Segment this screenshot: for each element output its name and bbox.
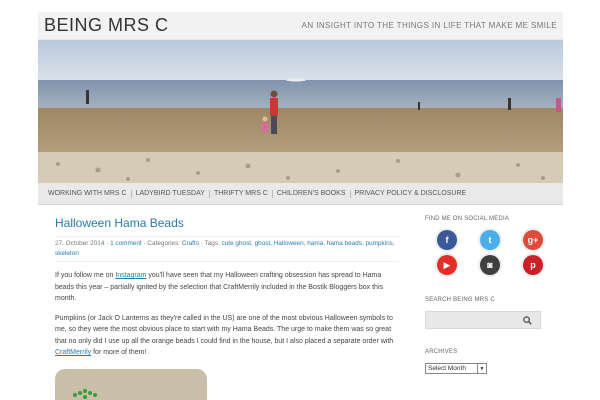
beach-photo xyxy=(38,40,563,183)
bead xyxy=(83,394,87,399)
category-link[interactable]: Crafts xyxy=(182,240,199,247)
chevron-down-icon: ▼ xyxy=(477,364,486,373)
paragraph-text: If you follow me on xyxy=(55,272,116,279)
tag-link[interactable]: Halloween xyxy=(274,240,304,247)
archives-select[interactable]: Select Month ▼ xyxy=(425,363,487,374)
twitter-icon[interactable]: t xyxy=(480,230,500,250)
instagram-icon[interactable]: ◙ xyxy=(480,255,500,275)
post-paragraph-1: If you follow me on Instagram you'll hav… xyxy=(55,270,399,305)
post-paragraph-2: Pumpkins (or Jack O Lanterns as they're … xyxy=(55,313,399,359)
post-title[interactable]: Halloween Hama Beads xyxy=(55,216,399,230)
main-area: Halloween Hama Beads 27. October 2014 · … xyxy=(38,206,563,400)
main-navigation: WORKING WITH MRS C LADYBIRD TUESDAY THRI… xyxy=(38,183,563,205)
search-form xyxy=(425,311,541,329)
tags-label: Tags: xyxy=(204,240,220,247)
tag-link[interactable]: skeleton xyxy=(55,250,79,257)
facebook-icon[interactable]: f xyxy=(437,230,457,250)
bead xyxy=(93,392,97,397)
archives-heading: ARCHIVES xyxy=(425,349,458,355)
google-plus-icon[interactable]: g+ xyxy=(523,230,543,250)
bead xyxy=(73,392,77,397)
social-icons: f t g+ ▶ ◙ p xyxy=(425,230,545,275)
sidebar: FIND ME ON SOCIAL MEDIA f t g+ ▶ ◙ p SEA… xyxy=(425,216,545,374)
youtube-icon[interactable]: ▶ xyxy=(437,255,457,275)
tag-link[interactable]: ghost xyxy=(255,240,271,247)
site-tagline: AN INSIGHT INTO THE THINGS IN LIFE THAT … xyxy=(301,21,557,30)
search-icon[interactable] xyxy=(523,315,532,325)
post-meta: 27. October 2014 · 1 comment · Categorie… xyxy=(55,236,399,262)
tag-link[interactable]: cute ghost xyxy=(222,240,252,247)
search-heading: SEARCH BEING MRS C xyxy=(425,297,495,303)
bead xyxy=(88,390,92,395)
site-title[interactable]: BEING MRS C xyxy=(38,15,169,36)
nav-item-childrens-books[interactable]: CHILDREN'S BOOKS xyxy=(273,190,350,197)
craftmerrily-link[interactable]: CraftMerrily xyxy=(55,349,91,356)
social-heading: FIND ME ON SOCIAL MEDIA xyxy=(425,216,510,222)
header-banner-image xyxy=(38,40,563,183)
categories-label: Categories: xyxy=(147,240,181,247)
post-date: 27. October 2014 xyxy=(55,240,105,247)
nav-item-working-with-mrs-c[interactable]: WORKING WITH MRS C xyxy=(44,190,131,197)
site-header: BEING MRS C AN INSIGHT INTO THE THINGS I… xyxy=(38,12,563,40)
archives-selected-value: Select Month xyxy=(428,365,466,372)
nav-item-thrifty-mrs-c[interactable]: THRIFTY MRS C xyxy=(210,190,272,197)
tag-link[interactable]: pumpkins xyxy=(366,240,393,247)
nav-item-ladybird-tuesday[interactable]: LADYBIRD TUESDAY xyxy=(132,190,209,197)
tag-link[interactable]: hama xyxy=(307,240,323,247)
paragraph-text: for more of them! xyxy=(91,349,147,356)
hama-beads-photo xyxy=(55,368,207,400)
paragraph-text: Pumpkins (or Jack O Lanterns as they're … xyxy=(55,314,394,345)
bead xyxy=(83,388,87,393)
instagram-link[interactable]: Instagram xyxy=(115,272,146,279)
pinterest-icon[interactable]: p xyxy=(523,255,543,275)
nav-item-privacy-policy[interactable]: PRIVACY POLICY & DISCLOSURE xyxy=(351,190,471,197)
post-content: Halloween Hama Beads 27. October 2014 · … xyxy=(55,216,399,400)
comments-link[interactable]: 1 comment xyxy=(110,240,142,247)
tag-link[interactable]: hama beads xyxy=(327,240,362,247)
search-input[interactable] xyxy=(433,312,523,328)
page-wrapper: BEING MRS C AN INSIGHT INTO THE THINGS I… xyxy=(38,12,563,400)
bead xyxy=(78,390,82,395)
